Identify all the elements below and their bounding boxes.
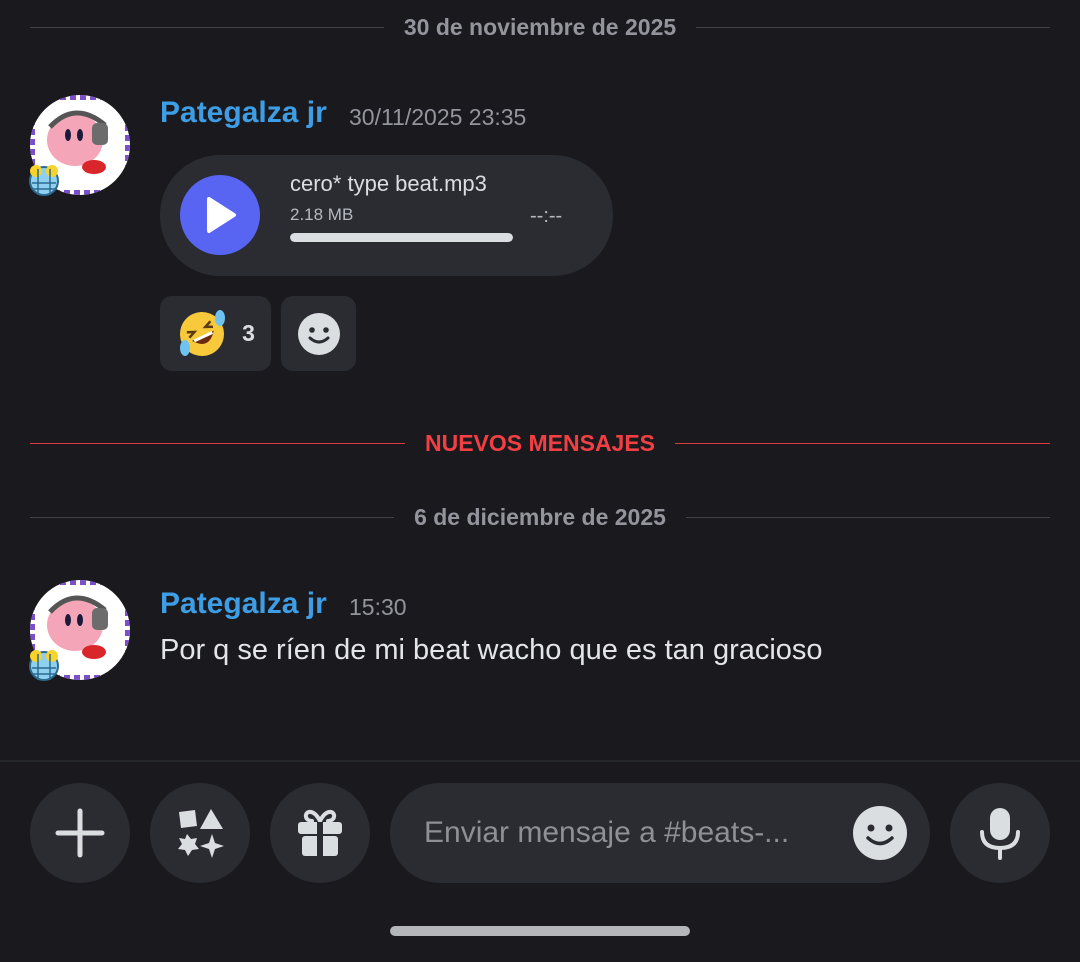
gift-button[interactable] xyxy=(270,783,370,883)
apps-button[interactable] xyxy=(150,783,250,883)
date-divider: 6 de diciembre de 2025 xyxy=(30,504,1051,531)
voice-message-button[interactable] xyxy=(950,783,1050,883)
timestamp: 15:30 xyxy=(349,594,407,620)
reaction-button[interactable]: 3 xyxy=(160,296,271,371)
message-text: Por q se ríen de mi beat wacho que es ta… xyxy=(160,634,823,666)
attach-button[interactable] xyxy=(30,783,130,883)
avatar[interactable] xyxy=(29,580,130,681)
audio-attachment: cero* type beat.mp3 2.18 MB --:-- xyxy=(160,155,613,276)
date-divider-label: 30 de noviembre de 2025 xyxy=(403,14,677,40)
emoji-icon xyxy=(297,312,340,355)
avatar-decoration-icon xyxy=(29,650,59,681)
username[interactable]: Pategalza jr xyxy=(160,587,327,621)
play-icon xyxy=(207,197,236,233)
emoji-icon[interactable] xyxy=(852,805,908,861)
avatar-decoration-icon xyxy=(29,165,59,196)
audio-duration: --:-- xyxy=(530,205,563,227)
date-divider: 30 de noviembre de 2025 xyxy=(30,14,1050,41)
apps-icon xyxy=(178,809,224,858)
home-indicator[interactable] xyxy=(390,926,690,936)
timestamp: 30/11/2025 23:35 xyxy=(349,104,527,130)
username[interactable]: Pategalza jr xyxy=(160,96,327,130)
new-messages-label: NUEVOS MENSAJES xyxy=(424,430,656,456)
rolling-on-floor-laughing-icon xyxy=(180,309,226,356)
plus-icon xyxy=(55,808,105,858)
audio-progress-fill xyxy=(290,233,513,242)
gift-icon xyxy=(298,809,342,856)
message-input-placeholder: Enviar mensaje a #beats-... xyxy=(424,816,790,849)
audio-progress-bar[interactable] xyxy=(290,233,513,242)
composer-divider xyxy=(0,760,1080,762)
new-messages-divider: NUEVOS MENSAJES xyxy=(30,430,1050,457)
avatar[interactable] xyxy=(29,95,130,196)
add-reaction-button[interactable] xyxy=(281,296,356,371)
date-divider-label: 6 de diciembre de 2025 xyxy=(414,504,666,530)
reaction-count: 3 xyxy=(242,320,255,346)
message-input[interactable]: Enviar mensaje a #beats-... xyxy=(390,783,930,883)
file-size: 2.18 MB xyxy=(290,205,354,224)
file-name[interactable]: cero* type beat.mp3 xyxy=(290,171,487,197)
play-button[interactable] xyxy=(180,175,260,255)
microphone-icon xyxy=(980,808,1020,860)
